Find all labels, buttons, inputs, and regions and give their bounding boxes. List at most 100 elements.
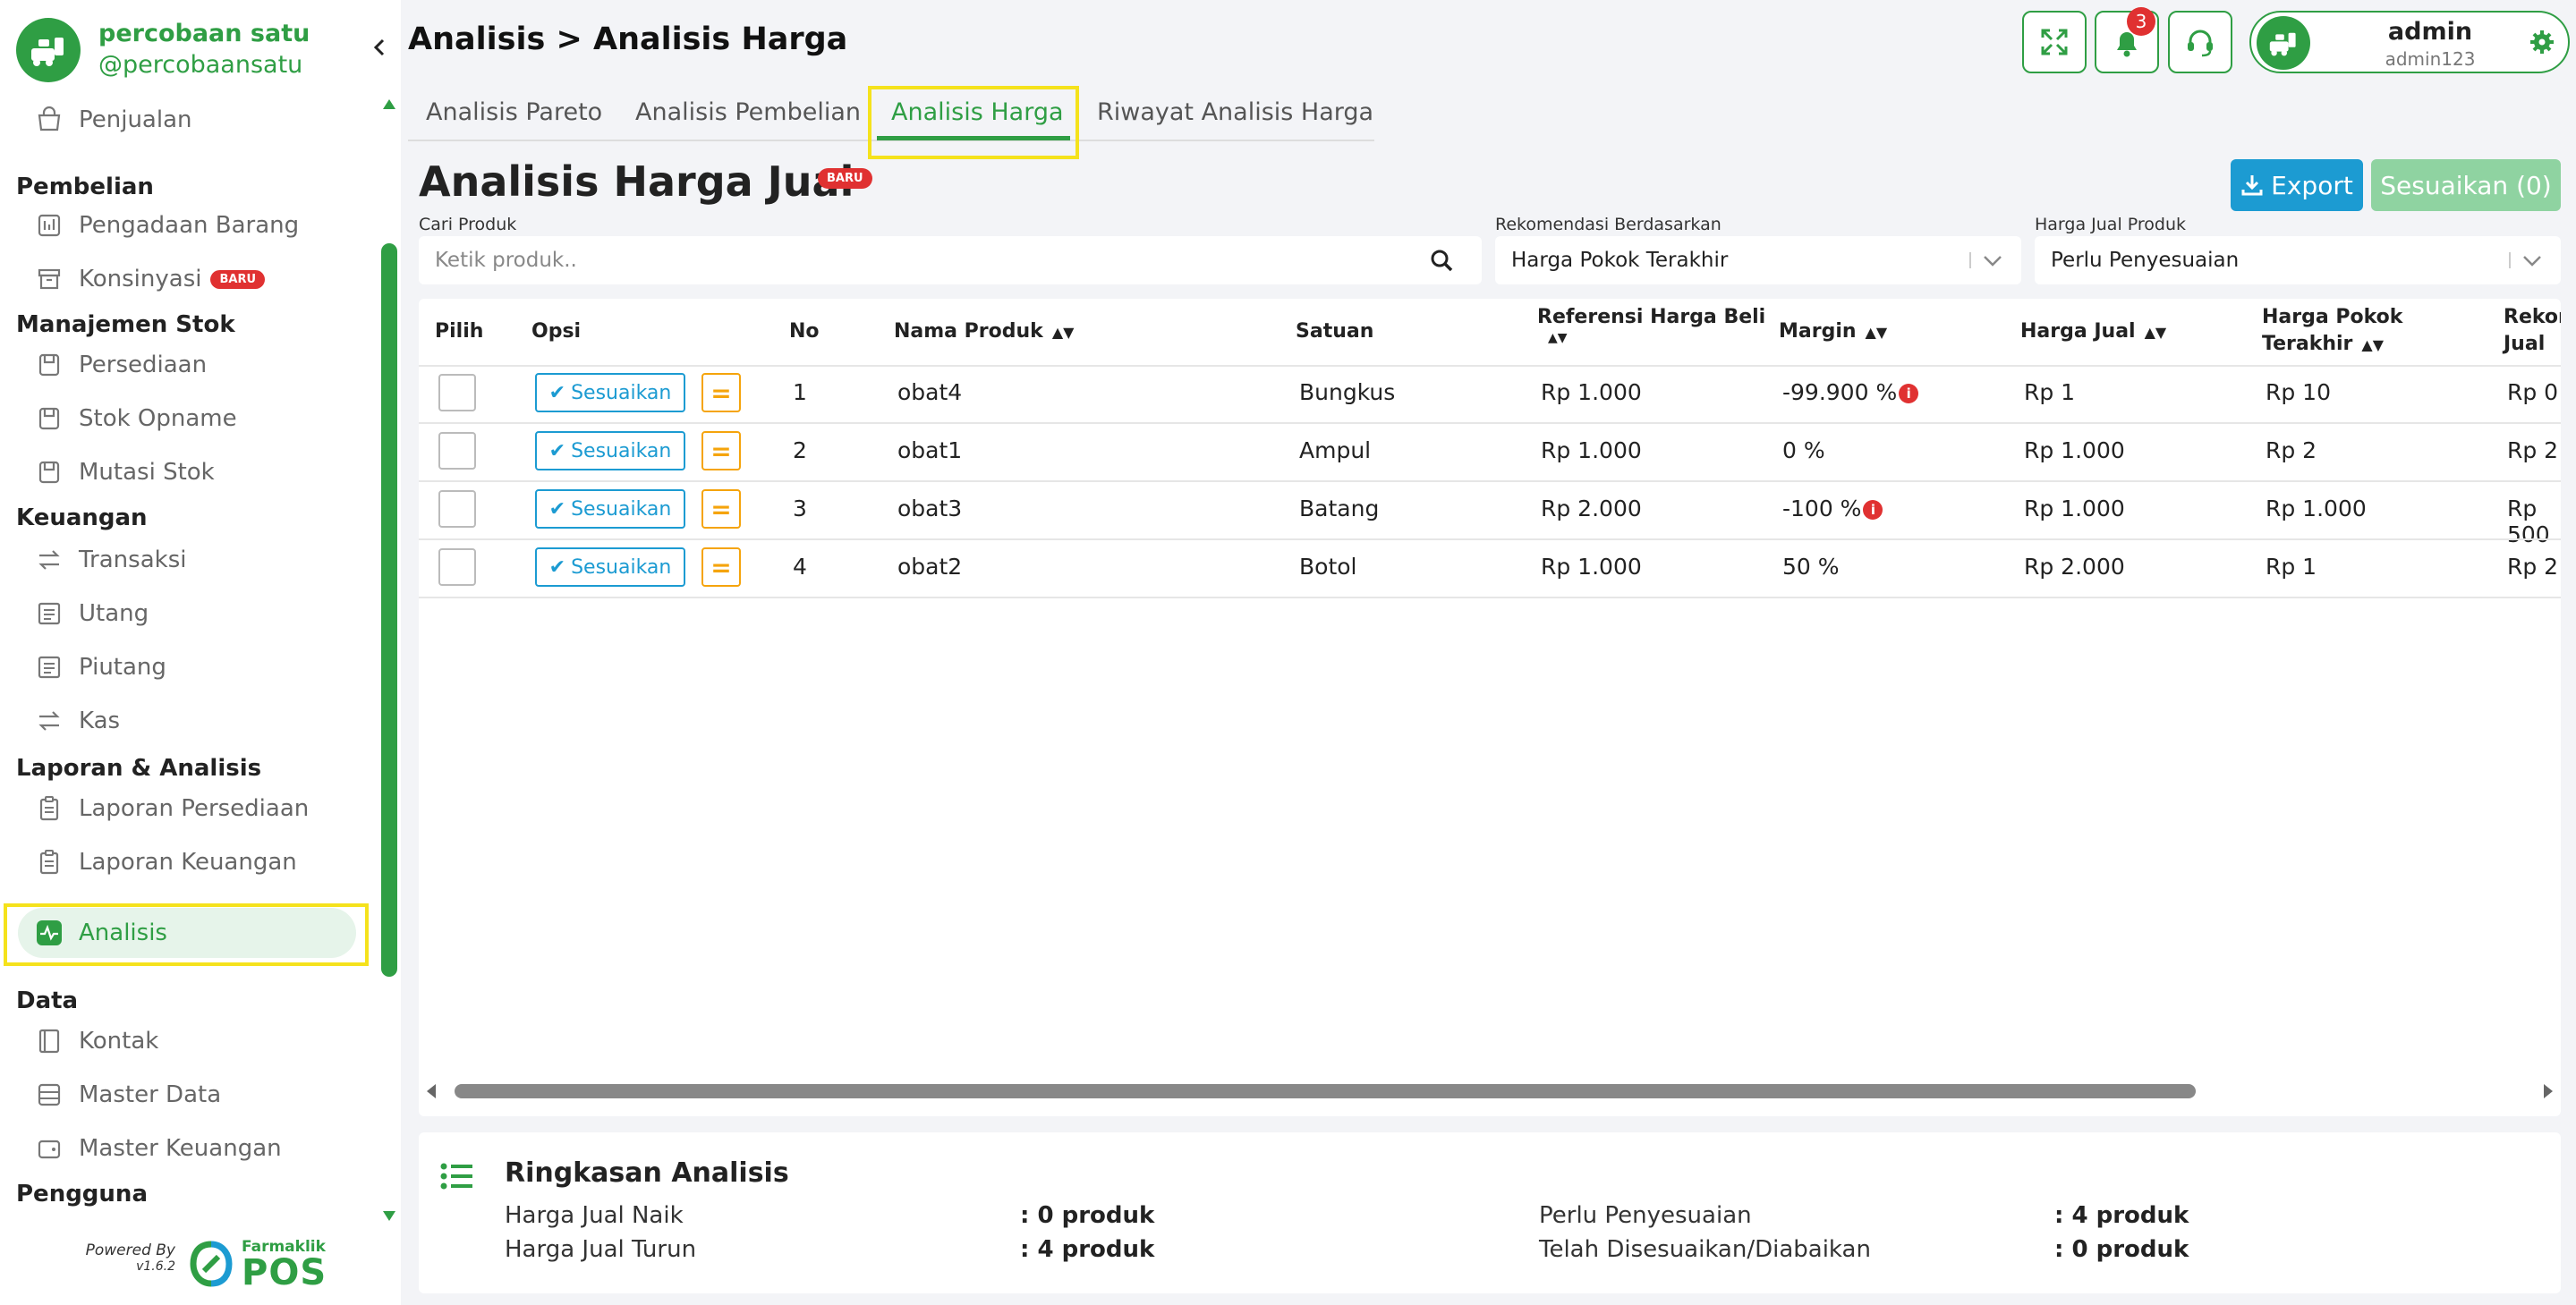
sort-icon[interactable]: ▲▼ [1548, 331, 1568, 345]
summary-telah-label: Telah Disesuaikan/Diabaikan [1539, 1236, 1871, 1263]
warning-info-icon[interactable]: i [1863, 500, 1883, 520]
cell-ref-beli: Rp 2.000 [1541, 496, 1642, 521]
tab-analisis-pareto[interactable]: Analisis Pareto [426, 98, 602, 126]
check-icon: ✔ [548, 497, 566, 521]
sidebar-item-kas[interactable]: Kas [34, 701, 120, 741]
col-nama-produk[interactable]: Nama Produk ▲▼ [894, 320, 1074, 343]
sesuaikan-button[interactable]: ✔ Sesuaikan [535, 431, 685, 470]
col-no: No [789, 320, 820, 343]
cart-icon [34, 105, 64, 135]
export-button[interactable]: Export [2231, 159, 2363, 211]
col-margin[interactable]: Margin ▲▼ [1779, 320, 1887, 343]
row-checkbox[interactable] [438, 374, 476, 411]
row-checkbox[interactable] [438, 432, 476, 470]
cell-no: 3 [793, 496, 807, 521]
cell-rekomendasi: Rp 0 [2507, 379, 2559, 405]
cell-harga-pokok: Rp 10 [2266, 379, 2331, 405]
rekomendasi-select[interactable]: Harga Pokok Terakhir [1495, 236, 2021, 284]
row-checkbox[interactable] [438, 548, 476, 586]
warning-info-icon[interactable]: i [1899, 384, 1919, 403]
tab-analisis-pembelian[interactable]: Analisis Pembelian [635, 98, 861, 126]
cell-harga-pokok: Rp 2 [2266, 437, 2317, 463]
col-harga-jual[interactable]: Harga Jual ▲▼ [2020, 320, 2166, 343]
group-laporan-analisis: Laporan & Analisis [16, 755, 262, 782]
sidebar-item-konsinyasi[interactable]: Konsinyasi BARU [34, 259, 266, 299]
group-pengguna: Pengguna [16, 1181, 148, 1208]
sidebar-item-mutasi-stok[interactable]: Mutasi Stok [34, 453, 215, 492]
chevron-down-icon [2523, 256, 2541, 267]
sidebar-item-utang[interactable]: Utang [34, 594, 149, 633]
avatar [2257, 16, 2310, 70]
scroll-right-icon[interactable] [2541, 1082, 2555, 1100]
sidebar-item-penjualan[interactable]: Penjualan [34, 100, 192, 140]
sidebar: percobaan satu @percobaansatu Penjualan … [0, 0, 401, 1305]
ignore-button[interactable]: = [701, 489, 741, 529]
support-button[interactable] [2168, 11, 2232, 73]
receipt-icon [34, 210, 64, 241]
table-horizontal-scrollbar[interactable] [422, 1079, 2557, 1102]
check-icon: ✔ [548, 439, 566, 462]
sidebar-menu: Penjualan Pembelian Pengadaan Barang Kon… [0, 89, 376, 1221]
adjust-selected-button[interactable]: Sesuaikan (0) [2371, 159, 2561, 211]
sidebar-item-laporan-keuangan[interactable]: Laporan Keuangan [34, 843, 297, 882]
box-icon [34, 457, 64, 487]
fullscreen-button[interactable] [2022, 11, 2087, 73]
cell-harga-jual: Rp 1.000 [2024, 437, 2125, 463]
harga-jual-select[interactable]: Perlu Penyesuaian [2035, 236, 2561, 284]
search-input[interactable]: Ketik produk.. [419, 236, 1482, 284]
rekomendasi-label: Rekomendasi Berdasarkan [1495, 215, 1722, 234]
sesuaikan-button[interactable]: ✔ Sesuaikan [535, 373, 685, 412]
notification-count-badge: 3 [2127, 7, 2155, 36]
box-icon [34, 403, 64, 434]
summary-naik-label: Harga Jual Naik [505, 1202, 684, 1229]
sidebar-item-persediaan[interactable]: Persediaan [34, 345, 207, 385]
ignore-button[interactable]: = [701, 373, 741, 412]
group-pembelian: Pembelian [16, 174, 154, 200]
collapse-sidebar-icon[interactable] [369, 32, 390, 63]
store-info[interactable]: percobaan satu @percobaansatu [16, 18, 310, 82]
table-scroll-thumb[interactable] [455, 1084, 2196, 1098]
sidebar-item-kontak[interactable]: Kontak [34, 1021, 158, 1061]
cell-margin: -99.900 % i [1782, 379, 1919, 405]
sort-icon: ▲▼ [2144, 324, 2167, 341]
tab-riwayat-analisis-harga[interactable]: Riwayat Analisis Harga [1097, 98, 1373, 126]
sidebar-item-piutang[interactable]: Piutang [34, 648, 166, 687]
sesuaikan-button[interactable]: ✔ Sesuaikan [535, 547, 685, 587]
sidebar-item-transaksi[interactable]: Transaksi [34, 540, 186, 580]
cell-satuan: Ampul [1299, 437, 1372, 463]
headset-icon [2188, 30, 2213, 57]
scroll-left-icon[interactable] [424, 1082, 438, 1100]
cell-nama: obat3 [897, 496, 963, 521]
ignore-button[interactable]: = [701, 431, 741, 470]
sidebar-item-pengadaan-barang[interactable]: Pengadaan Barang [34, 206, 299, 245]
col-harga-pokok-line2[interactable]: Terakhir ▲▼ [2262, 333, 2384, 355]
summary-perlu-label: Perlu Penyesuaian [1539, 1202, 1752, 1229]
sidebar-item-laporan-persediaan[interactable]: Laporan Persediaan [34, 789, 309, 828]
cell-harga-jual: Rp 2.000 [2024, 554, 2125, 580]
group-keuangan: Keuangan [16, 504, 148, 531]
sesuaikan-button[interactable]: ✔ Sesuaikan [535, 489, 685, 529]
cell-satuan: Bungkus [1299, 379, 1396, 405]
download-icon [2241, 175, 2263, 196]
sidebar-scroll-thumb[interactable] [381, 243, 397, 977]
page-title: Analisis > Analisis Harga [408, 21, 848, 57]
search-icon[interactable] [1430, 249, 1453, 272]
active-tab-highlight [868, 86, 1079, 159]
gear-icon[interactable] [2529, 29, 2555, 59]
col-referensi-harga-beli[interactable]: Referensi Harga Beli [1537, 306, 1765, 328]
ignore-button[interactable]: = [701, 547, 741, 587]
sidebar-item-master-keuangan[interactable]: Master Keuangan [34, 1129, 282, 1168]
clipboard-icon [34, 847, 64, 877]
ledger-icon [34, 652, 64, 682]
user-profile[interactable]: admin admin123 [2249, 11, 2570, 73]
cell-nama: obat4 [897, 379, 963, 405]
wallet-icon [34, 1133, 64, 1164]
row-checkbox[interactable] [438, 490, 476, 528]
notification-button[interactable]: 3 [2095, 7, 2159, 73]
new-badge: BARU [818, 168, 872, 189]
search-label: Cari Produk [419, 215, 517, 234]
col-opsi: Opsi [531, 320, 582, 343]
sidebar-item-stok-opname[interactable]: Stok Opname [34, 399, 237, 438]
sidebar-item-analisis[interactable]: Analisis [34, 913, 167, 953]
sidebar-item-master-data[interactable]: Master Data [34, 1075, 221, 1114]
